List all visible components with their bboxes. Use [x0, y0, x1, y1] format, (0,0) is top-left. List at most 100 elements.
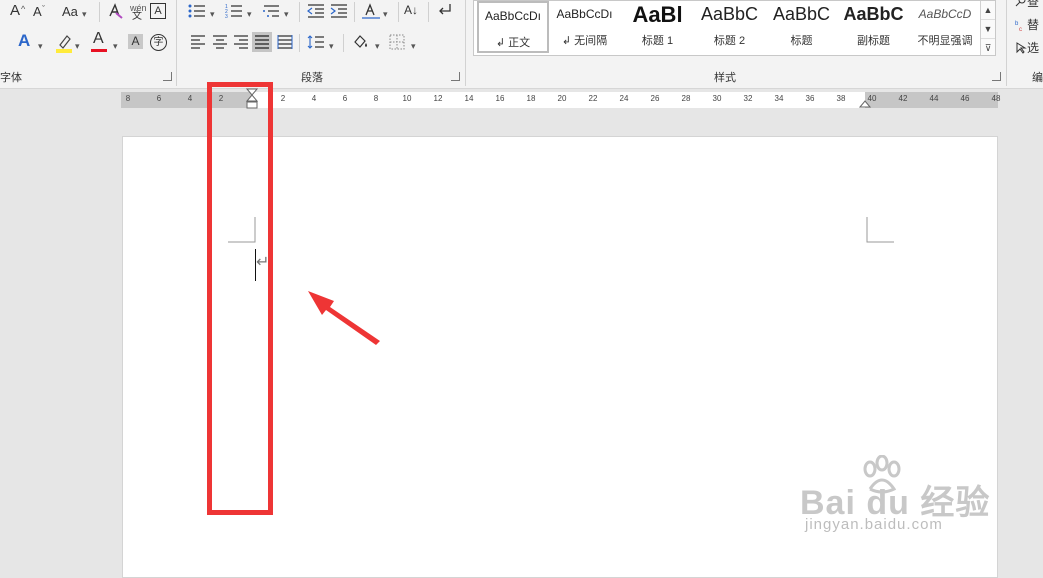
shading-icon[interactable] — [351, 33, 371, 55]
ruler-tick-label: 4 — [187, 94, 193, 103]
style-heading-1[interactable]: AaBl 标题 1 — [622, 1, 693, 53]
style-heading-2[interactable]: AaBbC 标题 2 — [694, 1, 765, 53]
style-name: 不明显强调 — [917, 35, 973, 47]
font-dialog-launcher[interactable] — [163, 72, 172, 81]
phonetic-guide-button[interactable]: 文 — [132, 9, 142, 25]
distributed-icon[interactable] — [277, 35, 293, 53]
justify-button[interactable] — [252, 32, 272, 52]
ruler-tick-label: 14 — [464, 94, 474, 103]
gallery-more-button[interactable]: ⊽ — [981, 39, 995, 57]
styles-dialog-launcher[interactable] — [992, 72, 1001, 81]
sort-button[interactable]: A↓ — [404, 2, 418, 18]
ruler-tick-label: 38 — [836, 94, 846, 103]
style-name: 标题 — [790, 35, 813, 47]
right-indent-marker-icon[interactable] — [859, 98, 871, 108]
ruler-tick-label: 42 — [898, 94, 908, 103]
shrink-font-button[interactable]: A — [33, 4, 42, 20]
chevron-down-icon[interactable]: ▾ — [411, 38, 416, 54]
align-left-icon[interactable] — [190, 35, 206, 53]
separator — [398, 2, 399, 22]
ruler-tick-label: 8 — [373, 94, 379, 103]
find-button[interactable]: 查 — [1015, 0, 1039, 10]
align-right-icon[interactable] — [233, 35, 249, 53]
show-marks-icon[interactable] — [436, 2, 452, 22]
style-normal[interactable]: AaBbCcDı ↲ 正文 — [477, 1, 549, 53]
ruler-tick-label: 34 — [774, 94, 784, 103]
chevron-down-icon[interactable]: ▾ — [82, 6, 87, 22]
style-name: 标题 2 — [713, 35, 746, 47]
chevron-down-icon[interactable]: ▾ — [375, 38, 380, 54]
separator — [428, 2, 429, 22]
change-case-button[interactable]: Aa — [62, 4, 78, 20]
enclose-char-button[interactable]: 字 — [150, 34, 167, 51]
style-name: ↲ 无间隔 — [561, 35, 608, 47]
separator — [299, 2, 300, 22]
select-label: 选 — [1027, 41, 1040, 55]
watermark-url: jingyan.baidu.com — [805, 516, 943, 533]
ruler-tick-label: 30 — [712, 94, 722, 103]
ruler-tick-label: 6 — [342, 94, 348, 103]
styles-group-label: 样式 — [714, 72, 736, 84]
group-divider — [1006, 0, 1007, 86]
grow-font-button[interactable]: A — [10, 3, 20, 19]
group-divider — [176, 0, 177, 86]
find-label: 查 — [1027, 0, 1040, 9]
style-subtle-emphasis[interactable]: AaBbCcD 不明显强调 — [910, 1, 980, 53]
style-title[interactable]: AaBbC 标题 — [766, 1, 837, 53]
ruler-tick-label: 48 — [991, 94, 1001, 103]
separator — [99, 2, 100, 22]
multilevel-list-icon[interactable] — [262, 3, 280, 23]
style-sample: AaBbC — [772, 4, 831, 24]
ruler-tick-label: 24 — [619, 94, 629, 103]
font-color-swatch — [91, 49, 107, 52]
ruler-tick-label: 26 — [650, 94, 660, 103]
gallery-scroll-up[interactable]: ▲ — [981, 1, 995, 20]
numbering-icon[interactable]: 123 — [225, 3, 243, 23]
style-sample: AaBbCcD — [918, 7, 972, 21]
ruler-tick-label: 2 — [280, 94, 286, 103]
style-subtitle[interactable]: AaBbC 副标题 — [838, 1, 909, 53]
svg-text:3: 3 — [225, 14, 228, 19]
char-border-button[interactable]: A — [150, 3, 166, 19]
ruler-tick-label: 32 — [743, 94, 753, 103]
ruler-tick-label: 22 — [588, 94, 598, 103]
line-spacing-icon[interactable] — [307, 34, 325, 54]
increase-indent-icon[interactable] — [330, 3, 348, 23]
align-center-icon[interactable] — [212, 35, 228, 53]
chevron-down-icon[interactable]: ▾ — [383, 6, 388, 22]
gallery-scroll-down[interactable]: ▼ — [981, 20, 995, 39]
svg-text:c: c — [1019, 27, 1022, 31]
style-sample: AaBbC — [843, 4, 904, 24]
clear-format-icon[interactable] — [106, 2, 124, 24]
bullets-icon[interactable] — [188, 3, 206, 23]
annotation-arrow-icon — [308, 291, 380, 345]
borders-icon[interactable] — [389, 34, 405, 54]
paragraph-dialog-launcher[interactable] — [451, 72, 460, 81]
asian-layout-icon[interactable] — [361, 2, 381, 24]
ruler-tick-label: 10 — [402, 94, 412, 103]
chevron-down-icon[interactable]: ▾ — [113, 38, 118, 54]
annotation-highlight-box — [207, 82, 273, 515]
ruler-tick-label: 4 — [311, 94, 317, 103]
chevron-down-icon[interactable]: ▾ — [247, 6, 252, 22]
style-sample: AaBbCcDı — [556, 7, 613, 21]
ruler-tick-label: 18 — [526, 94, 536, 103]
ruler-tick-label: 20 — [557, 94, 567, 103]
separator — [299, 34, 300, 52]
chevron-down-icon[interactable]: ▾ — [284, 6, 289, 22]
highlighter-icon[interactable] — [55, 33, 73, 57]
ribbon: A ^ A ˇ Aa ▾ wén 文 A A ▾ ▾ A ▾ A 字 字体 ▾ — [0, 0, 1043, 89]
select-button[interactable]: 选 — [1015, 40, 1039, 56]
chevron-down-icon[interactable]: ▾ — [210, 6, 215, 22]
font-color-button[interactable]: A — [93, 31, 104, 47]
group-divider — [465, 0, 466, 86]
style-no-spacing[interactable]: AaBbCcDı ↲ 无间隔 — [549, 1, 620, 53]
separator — [354, 2, 355, 22]
chevron-down-icon[interactable]: ▾ — [329, 38, 334, 54]
text-effect-button[interactable]: A — [18, 32, 30, 49]
chevron-down-icon[interactable]: ▾ — [75, 38, 80, 54]
chevron-down-icon[interactable]: ▾ — [38, 38, 43, 54]
char-shading-button[interactable]: A — [128, 34, 143, 49]
replace-button[interactable]: bc替 — [1015, 17, 1039, 33]
decrease-indent-icon[interactable] — [307, 3, 325, 23]
